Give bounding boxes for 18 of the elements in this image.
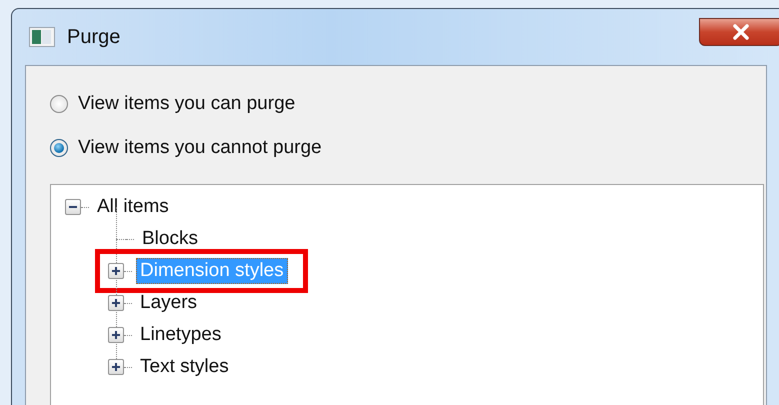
expand-icon[interactable] <box>108 295 124 311</box>
expand-icon[interactable] <box>108 327 124 343</box>
tree-item[interactable]: Text styles <box>136 354 233 380</box>
tree-item[interactable]: Linetypes <box>136 322 226 348</box>
radio-label[interactable]: View items you can purge <box>78 93 296 115</box>
window-title: Purge <box>67 26 120 48</box>
radio-label[interactable]: View items you cannot purge <box>78 137 322 159</box>
collapse-icon[interactable] <box>65 199 81 215</box>
close-icon <box>732 24 750 40</box>
expand-icon[interactable] <box>108 359 124 375</box>
window-icon <box>29 27 55 47</box>
radio-button[interactable] <box>50 95 68 113</box>
tree-item[interactable]: All items <box>93 194 173 220</box>
radio-button[interactable] <box>50 139 68 157</box>
expand-icon[interactable] <box>108 263 124 279</box>
tree-item[interactable]: Layers <box>136 290 202 316</box>
tree-item[interactable]: Blocks <box>138 226 202 252</box>
close-button[interactable] <box>699 18 779 46</box>
